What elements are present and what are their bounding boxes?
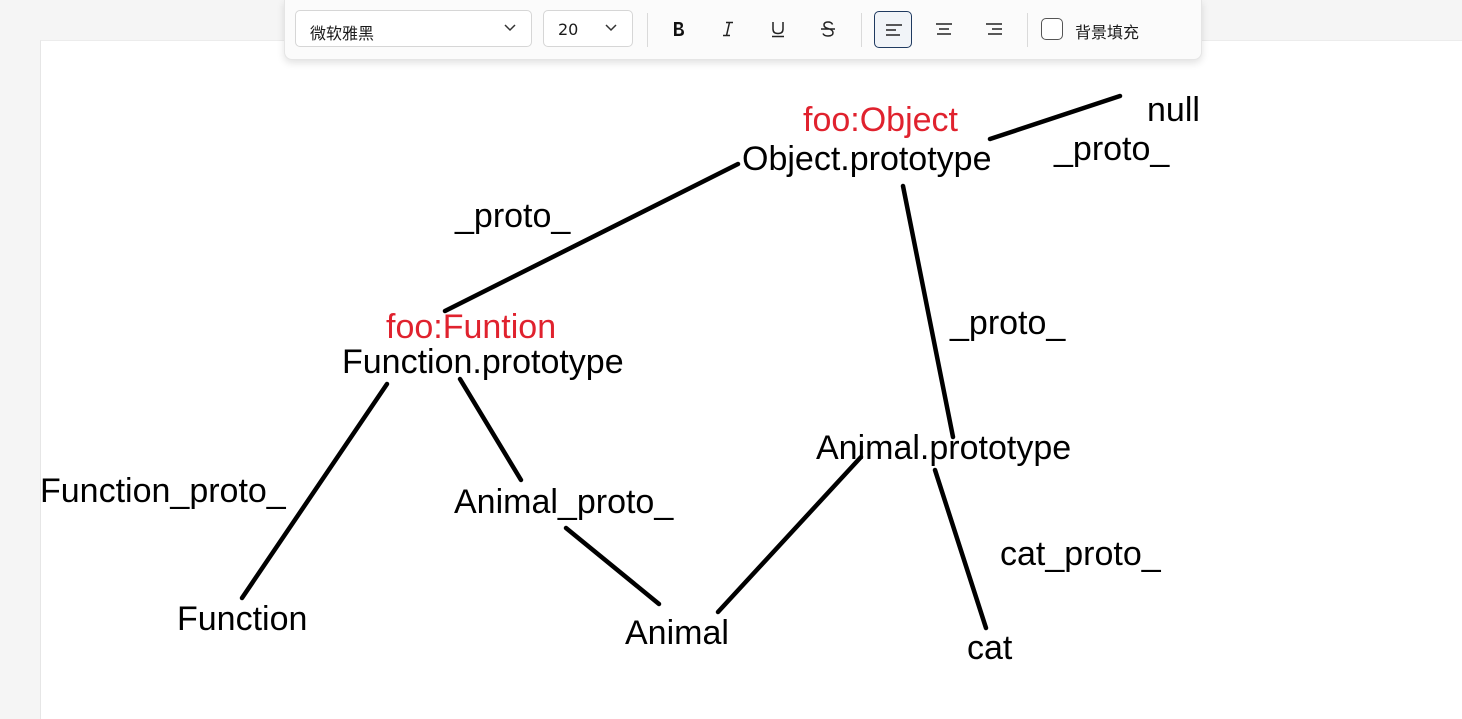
edge-cat-animalprototype: [932, 467, 989, 631]
function-label[interactable]: Function: [177, 602, 307, 636]
toolbar-divider: [861, 13, 862, 47]
edge-animal-animalproto: [563, 525, 662, 607]
italic-icon: [723, 21, 733, 37]
underline-button[interactable]: [759, 11, 797, 48]
edge-animalproto-object: [900, 183, 956, 440]
font-family-value: 微软雅黑: [310, 24, 375, 43]
align-right-button[interactable]: [975, 11, 1013, 48]
text-format-toolbar: 微软雅黑 20 背景填充: [284, 0, 1202, 60]
function-proto-label[interactable]: Function_proto_: [40, 474, 286, 508]
strikethrough-button[interactable]: [809, 11, 847, 48]
italic-button[interactable]: [709, 11, 747, 48]
chevron-down-icon: [605, 24, 617, 32]
animal-edge-label[interactable]: _proto_: [950, 306, 1065, 340]
edge-function-object: [442, 161, 741, 314]
object-edge-label[interactable]: _proto_: [455, 199, 570, 233]
align-center-icon: [936, 23, 952, 35]
cat-proto-label[interactable]: cat_proto_: [1000, 537, 1161, 571]
chevron-down-icon: [504, 24, 516, 32]
animal-prototype-label[interactable]: Animal.prototype: [816, 431, 1071, 465]
background-fill-checkbox[interactable]: [1041, 18, 1063, 40]
align-right-icon: [986, 23, 1002, 35]
align-left-button[interactable]: [874, 11, 912, 48]
animal-label[interactable]: Animal: [625, 616, 729, 650]
strikethrough-icon: [821, 21, 835, 37]
underline-icon: [772, 22, 784, 38]
cat-label[interactable]: cat: [967, 631, 1012, 665]
align-center-button[interactable]: [925, 11, 963, 48]
function-tag-label[interactable]: foo:Funtion: [386, 310, 556, 344]
function-prototype-label[interactable]: Function.prototype: [342, 345, 624, 379]
bold-icon: [674, 22, 684, 36]
edge-animal-animalprototype: [715, 454, 864, 615]
font-size-select[interactable]: 20: [543, 10, 633, 47]
null-label[interactable]: null: [1147, 93, 1200, 127]
object-prototype-label[interactable]: Object.prototype: [742, 142, 991, 176]
edge-animalproto-functionproto: [457, 376, 524, 483]
bold-button[interactable]: [659, 11, 697, 48]
font-family-select[interactable]: 微软雅黑: [295, 10, 532, 47]
font-size-value: 20: [558, 20, 579, 39]
object-tag-label[interactable]: foo:Object: [803, 103, 958, 137]
align-left-icon: [886, 24, 902, 36]
null-edge-label[interactable]: _proto_: [1054, 132, 1169, 166]
toolbar-divider: [1027, 13, 1028, 47]
animal-proto-label[interactable]: Animal_proto_: [454, 485, 673, 519]
toolbar-divider: [647, 13, 648, 47]
background-fill-label: 背景填充: [1075, 23, 1140, 42]
